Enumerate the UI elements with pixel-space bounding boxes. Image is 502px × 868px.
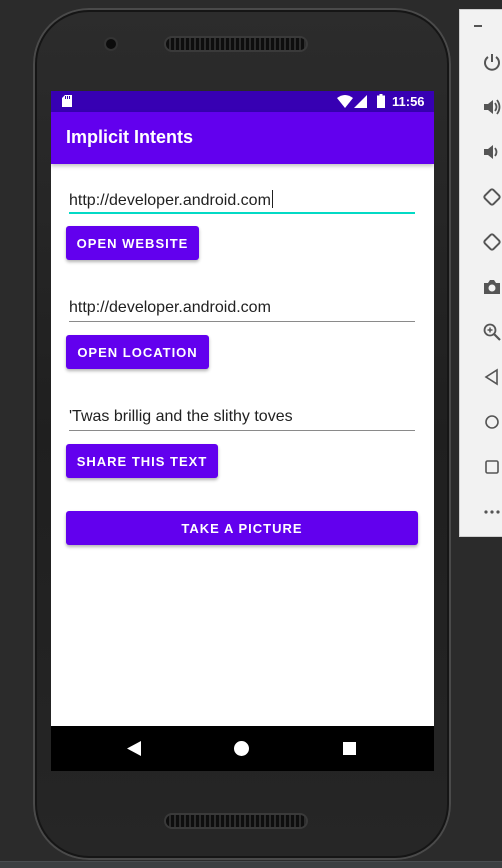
home-icon[interactable]: [482, 412, 502, 432]
signal-icon: [354, 95, 367, 108]
battery-icon: [377, 94, 385, 108]
camera-icon[interactable]: [482, 277, 502, 297]
rotate-right-icon[interactable]: [482, 232, 502, 252]
nav-recents-icon[interactable]: [343, 742, 356, 755]
share-text-input-text: 'Twas brillig and the slithy toves: [69, 408, 293, 425]
status-bar: 11:56: [51, 91, 434, 112]
location-input-text: http://developer.android.com: [69, 299, 271, 316]
bottom-speaker: [166, 815, 306, 827]
nav-home-icon[interactable]: [234, 741, 249, 756]
app-title: Implicit Intents: [66, 127, 194, 147]
emulator-toolbar: [459, 9, 502, 537]
website-input[interactable]: http://developer.android.com: [69, 188, 415, 214]
wifi-icon: [337, 95, 353, 108]
location-input[interactable]: http://developer.android.com: [69, 297, 415, 322]
power-icon[interactable]: [482, 52, 502, 72]
back-icon[interactable]: [482, 367, 502, 387]
volume-up-icon[interactable]: [482, 97, 502, 117]
overview-icon[interactable]: [482, 457, 502, 477]
more-icon[interactable]: [482, 502, 502, 522]
sd-card-icon: [62, 95, 72, 107]
open-location-button[interactable]: OPEN LOCATION: [66, 335, 209, 369]
rotate-left-icon[interactable]: [482, 187, 502, 207]
zoom-icon[interactable]: [482, 322, 502, 342]
website-input-text: http://developer.android.com: [69, 192, 271, 209]
ide-bottom-strip: [0, 861, 502, 868]
share-text-input[interactable]: 'Twas brillig and the slithy toves: [69, 406, 415, 431]
status-clock: 11:56: [392, 94, 425, 109]
front-camera: [106, 39, 116, 49]
share-text-button[interactable]: SHARE THIS TEXT: [66, 444, 218, 478]
device-screen: 11:56 Implicit Intents http://developer.…: [51, 91, 434, 771]
volume-down-icon[interactable]: [482, 142, 502, 162]
app-bar: Implicit Intents: [51, 112, 434, 164]
minimize-icon[interactable]: [474, 25, 482, 27]
nav-back-icon[interactable]: [127, 741, 141, 756]
take-picture-button[interactable]: TAKE A PICTURE: [66, 511, 418, 545]
open-website-button[interactable]: OPEN WEBSITE: [66, 226, 199, 260]
navigation-bar: [51, 726, 434, 771]
text-cursor: [271, 190, 274, 208]
earpiece-speaker: [166, 38, 306, 50]
